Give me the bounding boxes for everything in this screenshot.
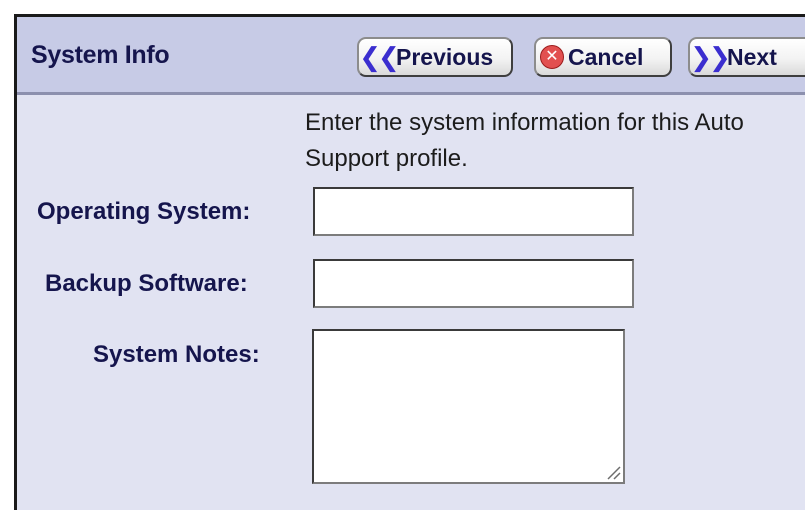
next-button-label: Next	[727, 43, 777, 70]
panel-header: System Info ❮❮ Previous ✕ Cancel ❯❯ Next	[17, 17, 805, 95]
system-notes-label: System Notes:	[93, 341, 260, 368]
operating-system-input[interactable]	[313, 187, 634, 236]
next-button[interactable]: ❯❯ Next	[688, 37, 805, 77]
resize-grip-icon[interactable]	[603, 462, 621, 480]
panel-title: System Info	[31, 41, 170, 69]
double-chevron-right-icon: ❯❯	[690, 41, 731, 72]
system-notes-textarea[interactable]	[312, 329, 625, 484]
operating-system-label: Operating System:	[37, 198, 251, 225]
cancel-button[interactable]: ✕ Cancel	[534, 37, 672, 77]
backup-software-label: Backup Software:	[45, 270, 248, 297]
double-chevron-left-icon: ❮❮	[359, 41, 400, 72]
backup-software-input[interactable]	[313, 259, 634, 308]
system-info-panel: System Info ❮❮ Previous ✕ Cancel ❯❯ Next…	[14, 14, 805, 510]
cancel-circle-icon: ✕	[540, 45, 564, 69]
cancel-button-label: Cancel	[568, 43, 644, 70]
previous-button[interactable]: ❮❮ Previous	[357, 37, 513, 77]
instructions-text: Enter the system information for this Au…	[305, 109, 744, 172]
previous-button-label: Previous	[396, 43, 494, 70]
